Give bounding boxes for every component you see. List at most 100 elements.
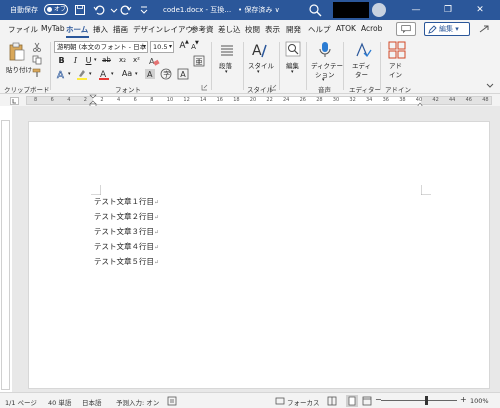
zoom-slider[interactable] bbox=[381, 400, 457, 401]
account-name-redacted[interactable] bbox=[333, 2, 369, 18]
tab-design[interactable]: デザイン bbox=[133, 24, 163, 35]
chevron-down-icon[interactable]: ▾ bbox=[68, 71, 71, 77]
dialog-launcher-icon[interactable] bbox=[201, 84, 208, 91]
bold-icon[interactable]: B bbox=[56, 55, 67, 66]
vertical-ruler[interactable] bbox=[1, 120, 10, 390]
chevron-down-icon[interactable]: ▾ bbox=[225, 69, 228, 75]
chevron-down-icon[interactable] bbox=[485, 82, 495, 90]
tab-review[interactable]: 校閲 bbox=[245, 24, 260, 35]
editor-label-2[interactable]: ター bbox=[355, 69, 368, 79]
format-painter-icon[interactable] bbox=[32, 68, 42, 78]
font-name-select[interactable]: 游明朝 (本文のフォント - 日本 ▾ bbox=[54, 41, 148, 53]
focus-icon[interactable] bbox=[275, 396, 285, 406]
tab-view[interactable]: 表示 bbox=[265, 24, 280, 35]
font-size-select[interactable]: 10.5 ▾ bbox=[150, 41, 174, 53]
change-case-button[interactable]: Aa bbox=[120, 68, 134, 79]
accessibility-icon[interactable] bbox=[167, 396, 177, 406]
dialog-launcher-icon[interactable] bbox=[270, 84, 277, 91]
search-icon[interactable] bbox=[308, 3, 322, 17]
tab-developer[interactable]: 開発 bbox=[286, 24, 301, 35]
highlighter-icon[interactable] bbox=[76, 68, 88, 80]
tab-file[interactable]: ファイル bbox=[8, 24, 38, 35]
paste-label[interactable]: 貼り付け bbox=[6, 64, 32, 74]
restore-button[interactable]: ❐ bbox=[436, 0, 460, 20]
autosave-toggle[interactable]: オフ bbox=[44, 4, 68, 15]
document-page[interactable] bbox=[28, 121, 490, 389]
word-count[interactable]: 40 単語 bbox=[48, 397, 71, 407]
ruler-number: 4 bbox=[117, 97, 121, 103]
tab-mailings[interactable]: 差し込 bbox=[218, 24, 241, 35]
ruler-number: 46 bbox=[465, 97, 472, 103]
save-status[interactable]: • 保存済み ∨ bbox=[238, 5, 280, 15]
superscript-icon[interactable]: x² bbox=[131, 55, 142, 66]
editor-icon[interactable] bbox=[354, 41, 372, 59]
strikethrough-icon[interactable]: ab bbox=[101, 55, 112, 66]
enclose-character-icon[interactable]: 字 bbox=[160, 68, 172, 80]
language-indicator[interactable]: 日本語 bbox=[82, 397, 102, 407]
cut-icon[interactable] bbox=[32, 42, 42, 52]
chevron-down-icon[interactable]: ▾ bbox=[291, 69, 294, 75]
styles-icon[interactable]: A bbox=[250, 41, 268, 59]
page-count[interactable]: 1/1 ページ bbox=[5, 397, 37, 407]
tab-draw[interactable]: 描画 bbox=[113, 24, 128, 35]
character-border-icon[interactable]: A bbox=[177, 68, 189, 80]
minimize-button[interactable]: — bbox=[404, 0, 428, 20]
ruler-number: 32 bbox=[349, 97, 356, 103]
clear-formatting-icon[interactable]: A bbox=[148, 55, 160, 67]
underline-icon[interactable]: U bbox=[83, 55, 94, 66]
tab-layout[interactable]: レイアウ bbox=[163, 24, 193, 35]
addins-label-2[interactable]: イン bbox=[389, 69, 402, 79]
avatar[interactable] bbox=[372, 3, 386, 17]
chevron-down-icon[interactable]: ▾ bbox=[257, 69, 260, 75]
chevron-down-icon[interactable]: ▾ bbox=[89, 71, 92, 77]
document-line[interactable]: テスト文章４行目↵ bbox=[94, 241, 159, 252]
document-line[interactable]: テスト文章５行目↵ bbox=[94, 256, 159, 267]
subscript-icon[interactable]: x₂ bbox=[117, 55, 128, 66]
tab-home[interactable]: ホーム bbox=[66, 24, 88, 35]
document-line[interactable]: テスト文章１行目↵ bbox=[94, 196, 159, 207]
web-layout-icon[interactable] bbox=[362, 396, 372, 406]
tab-references[interactable]: 参考資 bbox=[191, 24, 214, 35]
tab-atok[interactable]: ATOK bbox=[336, 24, 356, 33]
chevron-down-icon[interactable]: ▾ bbox=[94, 57, 97, 63]
focus-mode-label[interactable]: フォーカス bbox=[287, 397, 320, 407]
close-button[interactable]: ✕ bbox=[468, 0, 492, 20]
tab-mytab[interactable]: MyTab bbox=[41, 24, 65, 33]
tab-help[interactable]: ヘルプ bbox=[308, 24, 331, 35]
undo-dropdown-icon[interactable] bbox=[108, 4, 120, 16]
comments-button[interactable] bbox=[396, 22, 416, 36]
copy-icon[interactable] bbox=[32, 55, 42, 65]
character-shading-icon[interactable]: A bbox=[144, 68, 156, 80]
undo-icon[interactable] bbox=[93, 4, 105, 16]
read-mode-icon[interactable] bbox=[327, 396, 337, 406]
group-divider bbox=[243, 42, 244, 90]
phonetic-guide-icon[interactable]: 亜 bbox=[193, 55, 205, 67]
zoom-in-icon[interactable]: + bbox=[460, 395, 467, 404]
tab-acrobat[interactable]: Acrob bbox=[361, 24, 382, 33]
find-icon[interactable] bbox=[285, 41, 301, 57]
save-icon[interactable] bbox=[74, 4, 86, 16]
font-color-icon[interactable]: A bbox=[98, 68, 110, 80]
italic-icon[interactable]: I bbox=[70, 55, 81, 66]
addins-icon[interactable] bbox=[388, 41, 406, 59]
tab-insert[interactable]: 挿入 bbox=[93, 24, 108, 35]
paste-icon[interactable] bbox=[8, 42, 26, 62]
tab-selector-icon[interactable] bbox=[10, 97, 19, 105]
chevron-down-icon[interactable]: ▾ bbox=[135, 71, 138, 77]
document-line[interactable]: テスト文章３行目↵ bbox=[94, 226, 159, 237]
ime-prediction[interactable]: 予測入力: オン bbox=[116, 397, 159, 407]
print-layout-icon[interactable] bbox=[346, 395, 358, 407]
zoom-slider-thumb[interactable] bbox=[425, 396, 428, 405]
zoom-level[interactable]: 100% bbox=[470, 397, 489, 405]
styles-label[interactable]: スタイル bbox=[248, 60, 274, 70]
redo-icon[interactable] bbox=[120, 4, 132, 16]
paragraph-icon[interactable] bbox=[219, 42, 235, 58]
document-line[interactable]: テスト文章２行目↵ bbox=[94, 211, 159, 222]
document-line-text: テスト文章３行目 bbox=[94, 227, 154, 236]
share-icon[interactable] bbox=[474, 22, 494, 36]
microphone-icon[interactable] bbox=[318, 41, 332, 59]
chevron-down-icon[interactable]: ▾ bbox=[111, 71, 114, 77]
chevron-down-icon[interactable]: ▾ bbox=[322, 77, 325, 83]
customize-qat-icon[interactable] bbox=[138, 4, 150, 16]
text-effects-icon[interactable]: A bbox=[56, 68, 68, 80]
